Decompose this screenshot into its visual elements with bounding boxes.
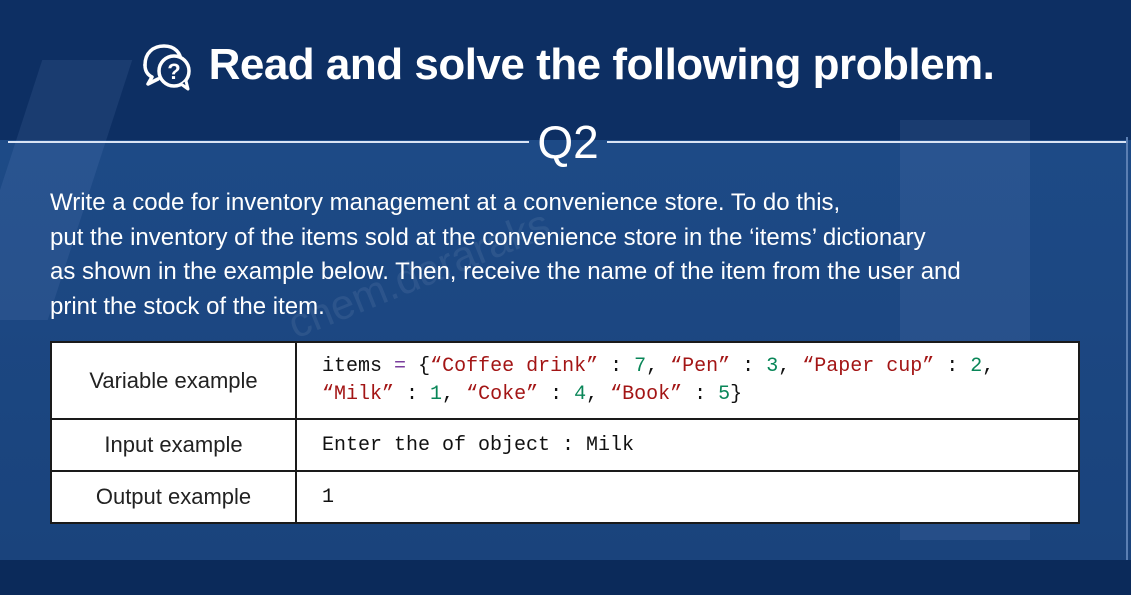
output-example-code: 1 [295, 470, 1080, 524]
code-key: “Paper cup” [802, 354, 935, 378]
code-key: “Coke” [466, 382, 539, 406]
question-chat-icon: ? [142, 44, 191, 91]
row-label: Output example [50, 470, 297, 524]
example-table: Variable example items = {“Coffee drink”… [50, 341, 1080, 524]
input-example-code: Enter the of object : Milk [295, 418, 1080, 472]
page-title: Read and solve the following problem. [208, 40, 995, 89]
code-value: 4 [574, 382, 587, 406]
code-key: “Milk” [322, 382, 395, 406]
problem-line: as shown in the example below. Then, rec… [50, 258, 961, 285]
problem-line: put the inventory of the items sold at t… [50, 223, 926, 251]
code-value: 5 [718, 382, 731, 406]
svg-text:?: ? [167, 59, 180, 84]
code-brace: } [730, 382, 743, 406]
problem-line: print the stock of the item. [50, 292, 325, 320]
table-row: Variable example items = {“Coffee drink”… [50, 341, 1080, 420]
code-key: “Coffee drink” [430, 354, 599, 378]
row-label: Variable example [50, 341, 297, 420]
code-var: items [322, 354, 383, 378]
code-value: 2 [970, 354, 983, 378]
footer-band [0, 560, 1131, 595]
question-divider: Q2 [8, 112, 1128, 172]
panel-border-right [1126, 137, 1128, 560]
code-key: “Pen” [670, 354, 731, 378]
question-label: Q2 [537, 116, 599, 168]
variable-example-code: items = {“Coffee drink” : 7, “Pen” : 3, … [295, 341, 1080, 420]
code-brace: { [418, 354, 431, 378]
code-value: 1 [430, 382, 443, 406]
code-key: “Book” [610, 382, 683, 406]
code-line: items = {“Coffee drink” : 7, “Pen” : 3, … [322, 354, 995, 378]
table-row: Output example 1 [50, 470, 1080, 524]
header: ? Read and solve the following problem. [0, 30, 1131, 100]
table-row: Input example Enter the of object : Milk [50, 418, 1080, 472]
code-operator: = [394, 354, 407, 378]
row-label: Input example [50, 418, 297, 472]
problem-line: Write a code for inventory management at… [50, 189, 841, 216]
code-value: 3 [766, 354, 779, 378]
divider-line-right [606, 141, 1128, 143]
divider-line-left [8, 141, 530, 143]
code-line: “Milk” : 1, “Coke” : 4, “Book” : 5} [322, 382, 743, 406]
problem-statement: Write a code for inventory management at… [50, 186, 1110, 324]
code-value: 7 [634, 354, 647, 378]
